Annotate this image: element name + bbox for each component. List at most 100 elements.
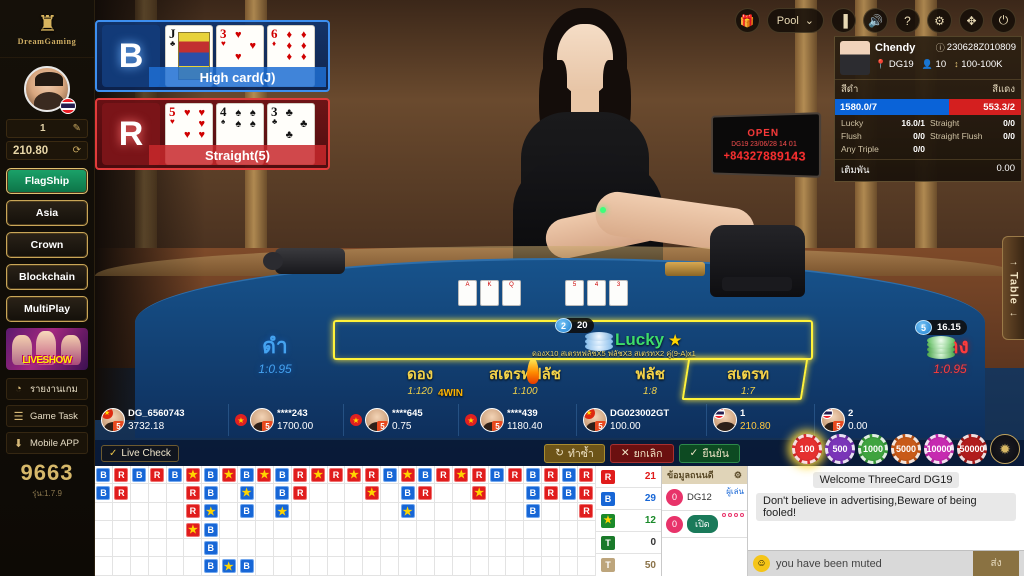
stat-value: 50: [644, 559, 656, 571]
live-check-button[interactable]: ✓ Live Check: [101, 444, 179, 462]
liveshow-banner[interactable]: LIVESHOW: [6, 328, 88, 370]
bet-zone-lucky-title: Lucky ★: [615, 330, 681, 350]
roadmap-mark-B: B: [275, 485, 290, 500]
roadmap-cell: R: [112, 466, 131, 485]
player-seat[interactable]: ★ 5 ****243 1700.00: [229, 404, 344, 436]
sidebar-item-game-report[interactable]: ◔ รายงานเกม: [6, 378, 88, 400]
edit-icon[interactable]: ✎: [73, 123, 81, 134]
result-hand-blue: High card(J): [149, 67, 326, 87]
player-seat[interactable]: ★ 5 DG_6560743 3732.18: [95, 404, 229, 436]
road-player-name: DG12: [687, 491, 712, 503]
roadmap-cell: [327, 502, 346, 521]
player-seat[interactable]: 5 2 0.00: [815, 404, 915, 436]
road-info-row[interactable]: 0 DG12 ผู้เล่น: [662, 484, 747, 511]
stat-icon-star: ★: [601, 513, 615, 528]
level-badge: 5: [492, 421, 503, 431]
level-badge: 5: [377, 421, 388, 431]
bet-chip-lucky: 2 20: [555, 318, 594, 333]
roadmap-cell: [524, 557, 543, 576]
roadmap-mark-R: R: [436, 467, 451, 482]
send-button[interactable]: ส่ง: [973, 550, 1019, 576]
chip-500[interactable]: 500: [825, 434, 855, 464]
roadmap-cell: [256, 520, 274, 540]
stat-row: T 50: [596, 554, 661, 576]
chat-input[interactable]: you have been muted: [776, 558, 967, 570]
chip-5000[interactable]: 5000: [891, 434, 921, 464]
bet-zone-straight-flush[interactable]: สเตรทฟลัช 1:100: [450, 362, 600, 397]
help-icon[interactable]: ?: [895, 8, 920, 33]
player-seat[interactable]: ★ 5 DG023002GT 100.00: [577, 404, 707, 436]
bet-zone-black[interactable]: ดำ 1:0.95: [210, 330, 340, 376]
chip-settings-icon[interactable]: ✹: [990, 434, 1020, 464]
fullscreen-icon[interactable]: ✥: [959, 8, 984, 33]
cancel-bet-button[interactable]: ✕ ยกเลิก: [609, 443, 674, 463]
roadmap-cell: [166, 557, 185, 576]
roadmap-cell: [309, 539, 328, 558]
roadmap-cell: R: [434, 466, 453, 485]
chip-50000[interactable]: 50000: [957, 434, 987, 464]
confirm-bet-button[interactable]: ✓ ยืนยัน: [678, 443, 740, 463]
roadmap-mark-B: B: [561, 485, 576, 500]
roadmap-bead-plate[interactable]: B R B R B ★ B ★ B ★ B R ★ R ★ R B ★ B R ★ R B R B R B R B R R B ★ B R ★ B R ★ B…: [95, 466, 596, 576]
side-bet-name: [925, 143, 987, 156]
roadmap-cell: B: [95, 484, 113, 503]
column-headers: สีดำ สีแดง: [835, 79, 1021, 99]
player-seat-self[interactable]: 1 210.80: [707, 404, 815, 436]
open-toggle[interactable]: เปิด: [687, 515, 718, 533]
road-info-row[interactable]: 0 เปิด: [662, 511, 747, 538]
roadmap-cell: [399, 557, 418, 576]
gift-icon[interactable]: 🎁: [734, 8, 760, 33]
extra-bet-label: เติมพัน: [841, 165, 870, 176]
avatar: ★ 5: [101, 408, 125, 432]
arrow-down-icon: ←: [1008, 308, 1019, 320]
username-field[interactable]: 1 ✎: [6, 119, 88, 138]
menu-item-crown[interactable]: Crown: [6, 232, 88, 258]
exit-icon[interactable]: ⏻: [991, 8, 1016, 33]
star-icon: ★: [235, 414, 247, 426]
player-name: 1: [740, 408, 746, 419]
gear-icon[interactable]: ⚙: [734, 470, 742, 481]
roadmap-cell: [327, 520, 346, 540]
sidebar-item-mobile-app[interactable]: ⬇ Mobile APP: [6, 432, 88, 454]
roadmap-cell: [112, 557, 131, 576]
signal-icon[interactable]: ▐: [831, 8, 856, 33]
player-seat[interactable]: ★ 5 ****645 0.75: [344, 404, 459, 436]
pool-selector[interactable]: Pool ⌄: [766, 8, 824, 33]
player-seat[interactable]: ★ 5 ****439 1180.40: [459, 404, 577, 436]
chip-100[interactable]: 100: [792, 434, 822, 464]
menu-item-multiplay[interactable]: MultiPlay: [6, 296, 88, 322]
pool-label: Pool: [776, 14, 799, 27]
repeat-bet-button[interactable]: ↻ ทำซ้ำ: [544, 443, 605, 463]
gear-icon[interactable]: ⚙: [927, 8, 952, 33]
roadmap-mark-SB: ★: [275, 504, 290, 519]
bottom-panel: B R B R B ★ B ★ B ★ B R ★ R ★ R B ★ B R ★ R B R B R B R B R R B ★ B R ★ B R ★ B…: [95, 466, 1024, 576]
side-bet-row: Flush 0/0 Straight Flush 0/0: [841, 130, 1015, 143]
roadmap-cell: B: [130, 466, 149, 485]
roadmap-cell: R: [291, 484, 310, 503]
extra-bet-value: 0.00: [996, 163, 1016, 174]
player-balance: 0.00: [848, 421, 868, 432]
volume-icon[interactable]: 🔊: [863, 8, 888, 33]
total-red: 553.3/2: [949, 99, 1021, 115]
chip-1000[interactable]: 1000: [858, 434, 888, 464]
bet-zone-straight[interactable]: สเตรท 1:7: [693, 362, 803, 397]
roadmap-cell: [148, 539, 167, 558]
menu-item-blockchain[interactable]: Blockchain: [6, 264, 88, 290]
roadmap-cell: [309, 520, 328, 540]
side-bet-name: Straight: [930, 118, 960, 128]
roadmap-cell: [488, 484, 507, 503]
roadmap-cell: [488, 557, 507, 576]
roadmap-mark-B: B: [490, 467, 505, 482]
roadmap-cell: ★: [363, 484, 382, 503]
refresh-icon[interactable]: ⟳: [73, 145, 81, 156]
roadmap-cell: [273, 539, 292, 558]
table-list-tab[interactable]: → Table ←: [1002, 236, 1024, 340]
chip-10000[interactable]: 10000: [924, 434, 954, 464]
bet-zone-flush[interactable]: ฟลัช 1:8: [595, 362, 705, 397]
menu-item-asia[interactable]: Asia: [6, 200, 88, 226]
level-badge: 5: [113, 421, 124, 431]
emoji-icon[interactable]: ☺: [753, 555, 770, 572]
brand-logo[interactable]: ♜ DreamGaming: [0, 0, 94, 58]
menu-item-flagship[interactable]: FlagShip: [6, 168, 88, 194]
sidebar-item-game-task[interactable]: ☰ Game Task: [6, 405, 88, 427]
